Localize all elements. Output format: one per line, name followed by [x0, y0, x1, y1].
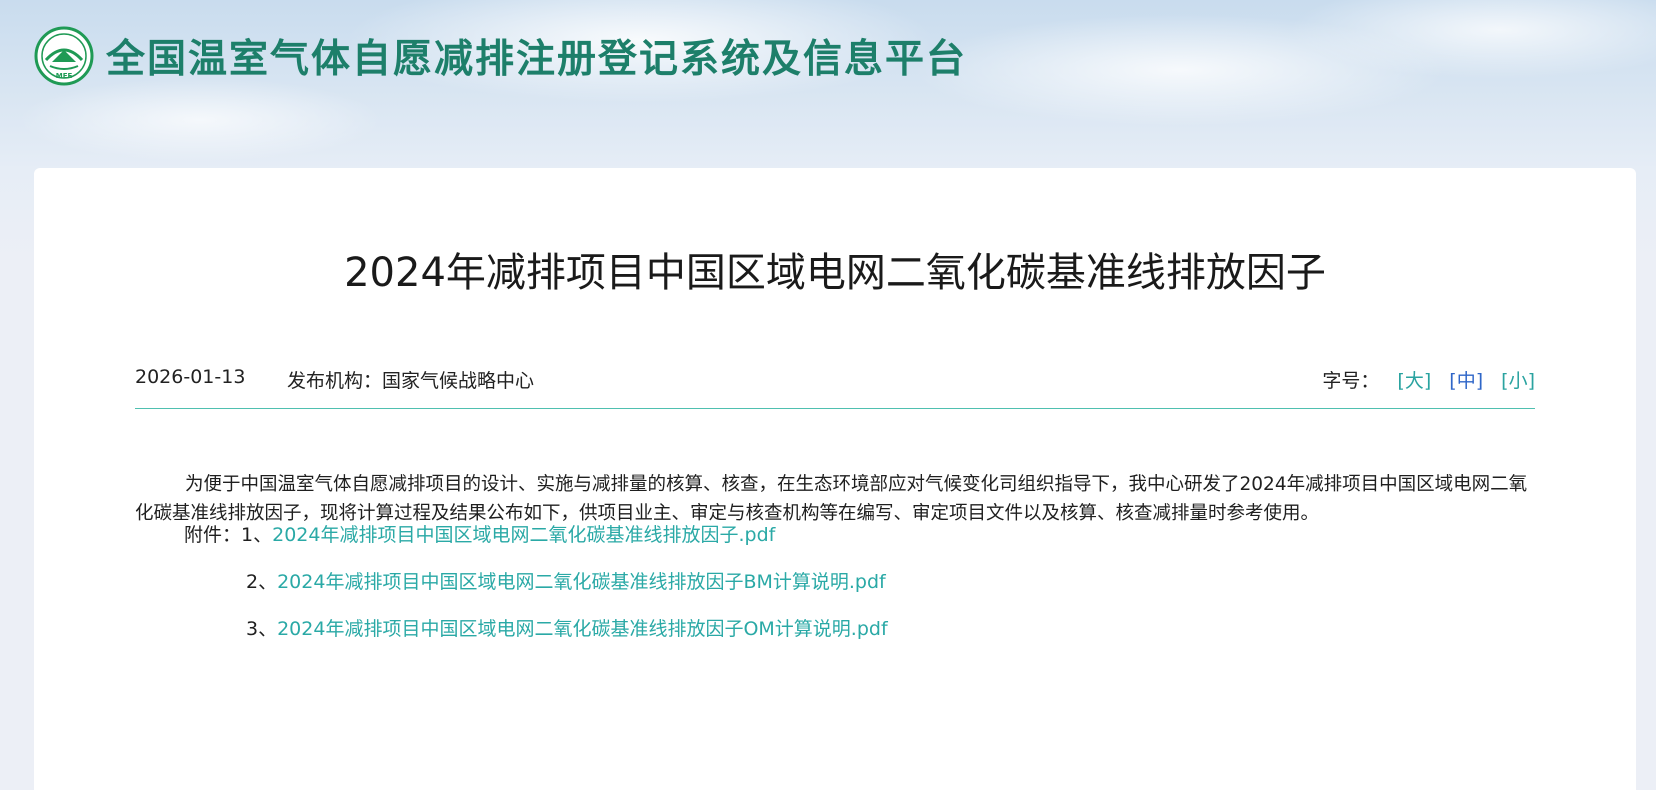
article-meta: 2026-01-13 发布机构：国家气候战略中心 字号： [大] [中] [小] — [135, 366, 1535, 394]
site-title[interactable]: 全国温室气体自愿减排注册登记系统及信息平台 — [106, 28, 967, 84]
attachment-link-3[interactable]: 2024年减排项目中国区域电网二氧化碳基准线排放因子OM计算说明.pdf — [277, 618, 888, 640]
publisher: 发布机构：国家气候战略中心 — [287, 370, 535, 392]
article-card: 2024年减排项目中国区域电网二氧化碳基准线排放因子 2026-01-13 发布… — [34, 168, 1636, 790]
font-size-label: 字号： — [1322, 370, 1380, 392]
attachment-item: 2、2024年减排项目中国区域电网二氧化碳基准线排放因子BM计算说明.pdf — [246, 567, 886, 594]
attachment-index: 2、 — [246, 571, 278, 593]
attachment-index: 1、 — [241, 524, 273, 546]
font-size-medium-button[interactable]: [中] — [1449, 370, 1483, 392]
mee-logo-icon[interactable]: MEE — [34, 26, 94, 86]
attachment-item: 3、2024年减排项目中国区域电网二氧化碳基准线排放因子OM计算说明.pdf — [246, 614, 888, 641]
attachment-link-1[interactable]: 2024年减排项目中国区域电网二氧化碳基准线排放因子.pdf — [272, 524, 775, 546]
font-size-switcher: 字号： [大] [中] [小] — [1322, 366, 1535, 393]
attachment-link-2[interactable]: 2024年减排项目中国区域电网二氧化碳基准线排放因子BM计算说明.pdf — [277, 571, 886, 593]
font-size-small-button[interactable]: [小] — [1501, 370, 1535, 392]
meta-divider — [135, 408, 1535, 409]
font-size-large-button[interactable]: [大] — [1397, 370, 1431, 392]
publish-date: 2026-01-13 — [135, 366, 246, 388]
logo-text: MEE — [56, 72, 73, 80]
article-title: 2024年减排项目中国区域电网二氧化碳基准线排放因子 — [344, 250, 1326, 296]
site-header: MEE 全国温室气体自愿减排注册登记系统及信息平台 — [34, 26, 967, 86]
attachment-index: 3、 — [246, 618, 278, 640]
attachments-label: 附件： — [184, 524, 242, 546]
attachment-item: 附件：1、2024年减排项目中国区域电网二氧化碳基准线排放因子.pdf — [184, 520, 775, 547]
